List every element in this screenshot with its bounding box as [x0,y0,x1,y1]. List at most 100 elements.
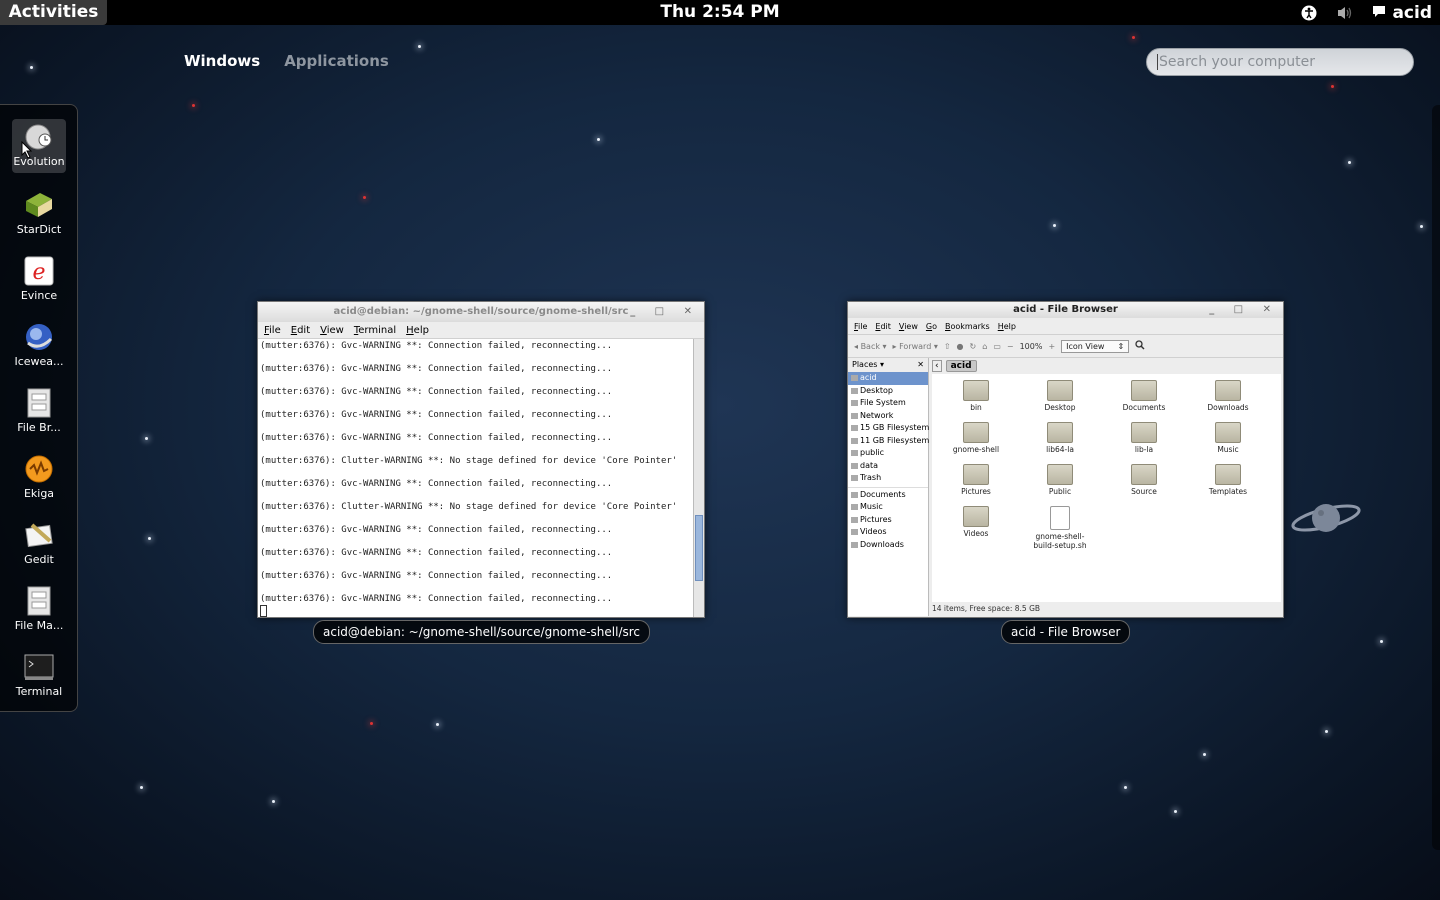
terminal-window-caption[interactable]: acid@debian: ~/gnome-shell/source/gnome-… [313,620,651,644]
close-icon[interactable]: ✕ [917,358,924,372]
terminal-line: (mutter:6376): Gvc-WARNING **: Connectio… [260,387,613,397]
file-item[interactable]: lib-la [1109,422,1179,454]
dash-item-label: File Ma... [14,619,64,632]
terminal-line: (mutter:6376): Gvc-WARNING **: Connectio… [260,548,613,558]
iceweasel-icon [22,321,56,353]
place-item[interactable]: File System [848,397,928,410]
place-item[interactable]: Videos [848,526,928,539]
file-item[interactable]: Documents [1109,380,1179,412]
dash-item-terminal[interactable]: Terminal [12,649,66,703]
folder-icon [963,422,989,443]
file-item[interactable]: Downloads [1193,380,1263,412]
file-item[interactable]: Public [1025,464,1095,496]
menu-help[interactable]: Help [406,325,429,336]
file-item[interactable]: Videos [941,506,1011,538]
user-menu[interactable]: acid [1372,3,1432,23]
menu-file[interactable]: File [264,325,281,336]
menu-edit[interactable]: Edit [291,325,310,336]
file-browser-window[interactable]: acid - File Browser _ □ ✕ File Edit View… [847,301,1284,618]
place-item[interactable]: Downloads [848,539,928,552]
accessibility-icon[interactable] [1300,4,1318,22]
clock[interactable]: Thu 2:54 PM [0,0,1440,25]
place-item[interactable]: public [848,447,928,460]
dash-item-file-browser[interactable]: File Br... [12,385,66,439]
forward-button[interactable]: ▸ Forward ▾ [893,342,938,351]
places-divider [848,485,928,488]
terminal-output[interactable]: (mutter:6376): Gvc-WARNING **: Connectio… [258,339,694,617]
up-icon[interactable]: ⇧ [944,342,951,351]
computer-icon[interactable]: ▭ [993,342,1001,351]
reload-icon[interactable]: ↻ [970,342,977,351]
menu-edit[interactable]: Edit [875,322,891,331]
dash-item-ekiga[interactable]: Ekiga [12,451,66,505]
file-item[interactable]: Pictures [941,464,1011,496]
file-item[interactable]: Templates [1193,464,1263,496]
menu-terminal[interactable]: Terminal [354,325,396,336]
chat-icon [1372,3,1386,23]
place-item[interactable]: Pictures [848,514,928,527]
menu-view[interactable]: View [899,322,918,331]
menu-bookmarks[interactable]: Bookmarks [945,322,990,331]
folder-icon [1215,464,1241,485]
file-item[interactable]: bin [941,380,1011,412]
dash-item-label: Gedit [24,553,54,566]
place-item[interactable]: Network [848,410,928,423]
file-browser-window-caption[interactable]: acid - File Browser [1001,620,1131,644]
zoom-in-icon[interactable]: + [1048,342,1055,351]
terminal-line: (mutter:6376): Clutter-WARNING **: No st… [260,456,678,466]
file-item[interactable]: Desktop [1025,380,1095,412]
menu-file[interactable]: File [854,322,867,331]
menu-go[interactable]: Go [926,322,937,331]
file-name: gnome-shell [952,445,1000,454]
path-crumb[interactable]: acid [945,360,977,372]
path-back-icon[interactable]: ‹ [932,360,942,372]
dash-item-label: Ekiga [23,487,55,500]
terminal-icon [22,651,56,683]
file-item[interactable]: gnome-shell [941,422,1011,454]
dash-item-iceweasel[interactable]: Icewea... [12,319,66,373]
terminal-line: (mutter:6376): Clutter-WARNING **: No st… [260,502,678,512]
file-item[interactable]: lib64-la [1025,422,1095,454]
places-header[interactable]: Places ▾ ✕ [848,358,928,372]
window-controls[interactable]: _ □ ✕ [630,302,700,322]
dash-item-label: File Br... [17,421,61,434]
dash-item-file-manager[interactable]: File Ma... [12,583,66,637]
terminal-line: (mutter:6376): Gvc-WARNING **: Connectio… [260,341,613,351]
place-item[interactable]: acid [848,372,928,385]
terminal-title: acid@debian: ~/gnome-shell/source/gnome-… [333,306,629,317]
window-controls[interactable]: _ □ ✕ [1209,302,1279,318]
search-icon[interactable] [1135,340,1145,352]
file-browser-titlebar[interactable]: acid - File Browser _ □ ✕ [848,302,1283,318]
view-mode-select[interactable]: Icon View ⇕ [1061,339,1130,353]
dash-item-evince[interactable]: e Evince [12,253,66,307]
place-item[interactable]: Trash [848,472,928,485]
place-item[interactable]: Desktop [848,385,928,398]
zoom-out-icon[interactable]: − [1007,342,1014,351]
file-item[interactable]: Music [1193,422,1263,454]
place-item[interactable]: Music [848,501,928,514]
dash-item-stardict[interactable]: StarDict [12,187,66,241]
menu-help[interactable]: Help [998,322,1016,331]
terminal-titlebar[interactable]: acid@debian: ~/gnome-shell/source/gnome-… [258,302,704,322]
workspace-thumbnail-edge[interactable] [1432,105,1440,850]
back-label: Back [860,341,880,351]
terminal-window[interactable]: acid@debian: ~/gnome-shell/source/gnome-… [257,301,705,618]
place-item[interactable]: 15 GB Filesystem [848,422,929,435]
place-item[interactable]: 11 GB Filesystem [848,435,929,448]
menu-view[interactable]: View [320,325,344,336]
terminal-scrollbar-thumb[interactable] [695,515,703,581]
file-item[interactable]: Source [1109,464,1179,496]
tab-windows[interactable]: Windows [184,52,260,70]
file-item[interactable]: gnome-shell-build-setup.sh [1025,506,1095,550]
home-icon[interactable]: ⌂ [982,342,987,351]
stop-icon[interactable]: ● [957,342,964,351]
place-item[interactable]: Documents [848,489,928,502]
dash-item-gedit[interactable]: Gedit [12,517,66,571]
file-manager-icon [22,585,56,617]
tab-applications[interactable]: Applications [284,52,389,70]
search-input[interactable]: Search your computer [1146,48,1414,76]
back-button[interactable]: ◂ Back ▾ [854,342,887,351]
file-name: Music [1217,445,1239,454]
volume-icon[interactable] [1336,4,1354,22]
place-item[interactable]: data [848,460,928,473]
